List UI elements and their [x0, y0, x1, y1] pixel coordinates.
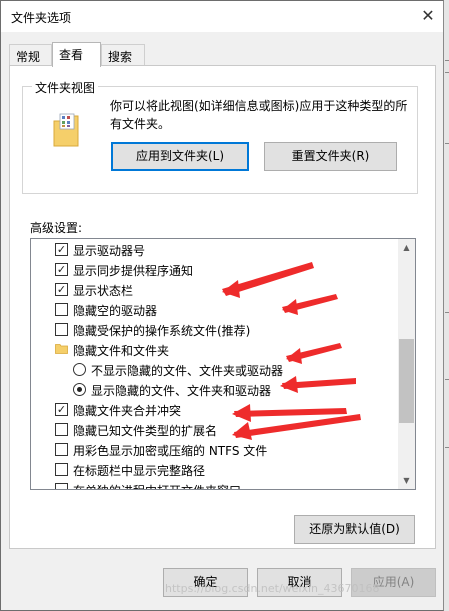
close-icon[interactable]: ✕	[413, 1, 443, 32]
checkbox-unchecked[interactable]	[55, 423, 68, 436]
checkbox-unchecked[interactable]	[55, 483, 68, 489]
folder-view-icon	[53, 113, 79, 147]
list-item[interactable]: 用彩色显示加密或压缩的 NTFS 文件	[31, 439, 396, 459]
advanced-settings-list[interactable]: ✓ 显示驱动器号 ✓ 显示同步提供程序通知 ✓ 显示状态栏 隐藏空的驱动器 隐藏…	[30, 238, 416, 490]
tab-view[interactable]: 查看	[52, 42, 101, 67]
list-item[interactable]: 隐藏空的驱动器	[31, 299, 396, 319]
list-item[interactable]: 隐藏受保护的操作系统文件(推荐)	[31, 319, 396, 339]
list-item[interactable]: ✓ 显示状态栏	[31, 279, 396, 299]
apply-to-folders-button[interactable]: 应用到文件夹(L)	[111, 142, 249, 171]
list-item[interactable]: ✓ 隐藏文件夹合并冲突	[31, 399, 396, 419]
window-edge	[444, 0, 449, 611]
checkbox-unchecked[interactable]	[55, 323, 68, 336]
reset-folders-button[interactable]: 重置文件夹(R)	[264, 142, 397, 171]
restore-defaults-button[interactable]: 还原为默认值(D)	[294, 515, 415, 544]
checkbox-unchecked[interactable]	[55, 463, 68, 476]
tab-general[interactable]: 常规	[9, 44, 52, 66]
list-item-group: 隐藏文件和文件夹	[31, 339, 396, 359]
folder-view-legend: 文件夹视图	[32, 79, 99, 96]
list-item[interactable]: 显示隐藏的文件、文件夹和驱动器	[31, 379, 396, 399]
list-item[interactable]: 不显示隐藏的文件、文件夹或驱动器	[31, 359, 396, 379]
radio-selected[interactable]	[73, 383, 86, 396]
tab-search[interactable]: 搜索	[101, 44, 145, 66]
checkbox-checked[interactable]: ✓	[55, 283, 68, 296]
radio-unselected[interactable]	[73, 363, 86, 376]
watermark-text: https://blog.csdn.net/weixin_43670168	[165, 582, 380, 595]
scroll-down-icon[interactable]: ▼	[398, 472, 415, 489]
checkbox-unchecked[interactable]	[55, 303, 68, 316]
folder-view-description: 你可以将此视图(如详细信息或图标)应用于这种类型的所有文件夹。	[110, 99, 408, 131]
folder-icon	[55, 344, 68, 354]
scroll-up-icon[interactable]: ▲	[398, 239, 415, 256]
checkbox-checked[interactable]: ✓	[55, 403, 68, 416]
list-item[interactable]: 在标题栏中显示完整路径	[31, 459, 396, 479]
checkbox-unchecked[interactable]	[55, 443, 68, 456]
list-item[interactable]: 隐藏已知文件类型的扩展名	[31, 419, 396, 439]
scroll-thumb[interactable]	[399, 339, 414, 423]
checkbox-checked[interactable]: ✓	[55, 263, 68, 276]
list-item[interactable]: 在单独的进程中打开文件夹窗口	[31, 479, 396, 489]
title-bar: 文件夹选项 ✕	[1, 1, 443, 32]
advanced-settings-label: 高级设置:	[30, 221, 83, 235]
list-scrollbar[interactable]: ▲ ▼	[398, 239, 415, 489]
list-item[interactable]: ✓ 显示驱动器号	[31, 239, 396, 259]
list-item[interactable]: ✓ 显示同步提供程序通知	[31, 259, 396, 279]
checkbox-checked[interactable]: ✓	[55, 243, 68, 256]
window-title: 文件夹选项	[11, 11, 72, 25]
